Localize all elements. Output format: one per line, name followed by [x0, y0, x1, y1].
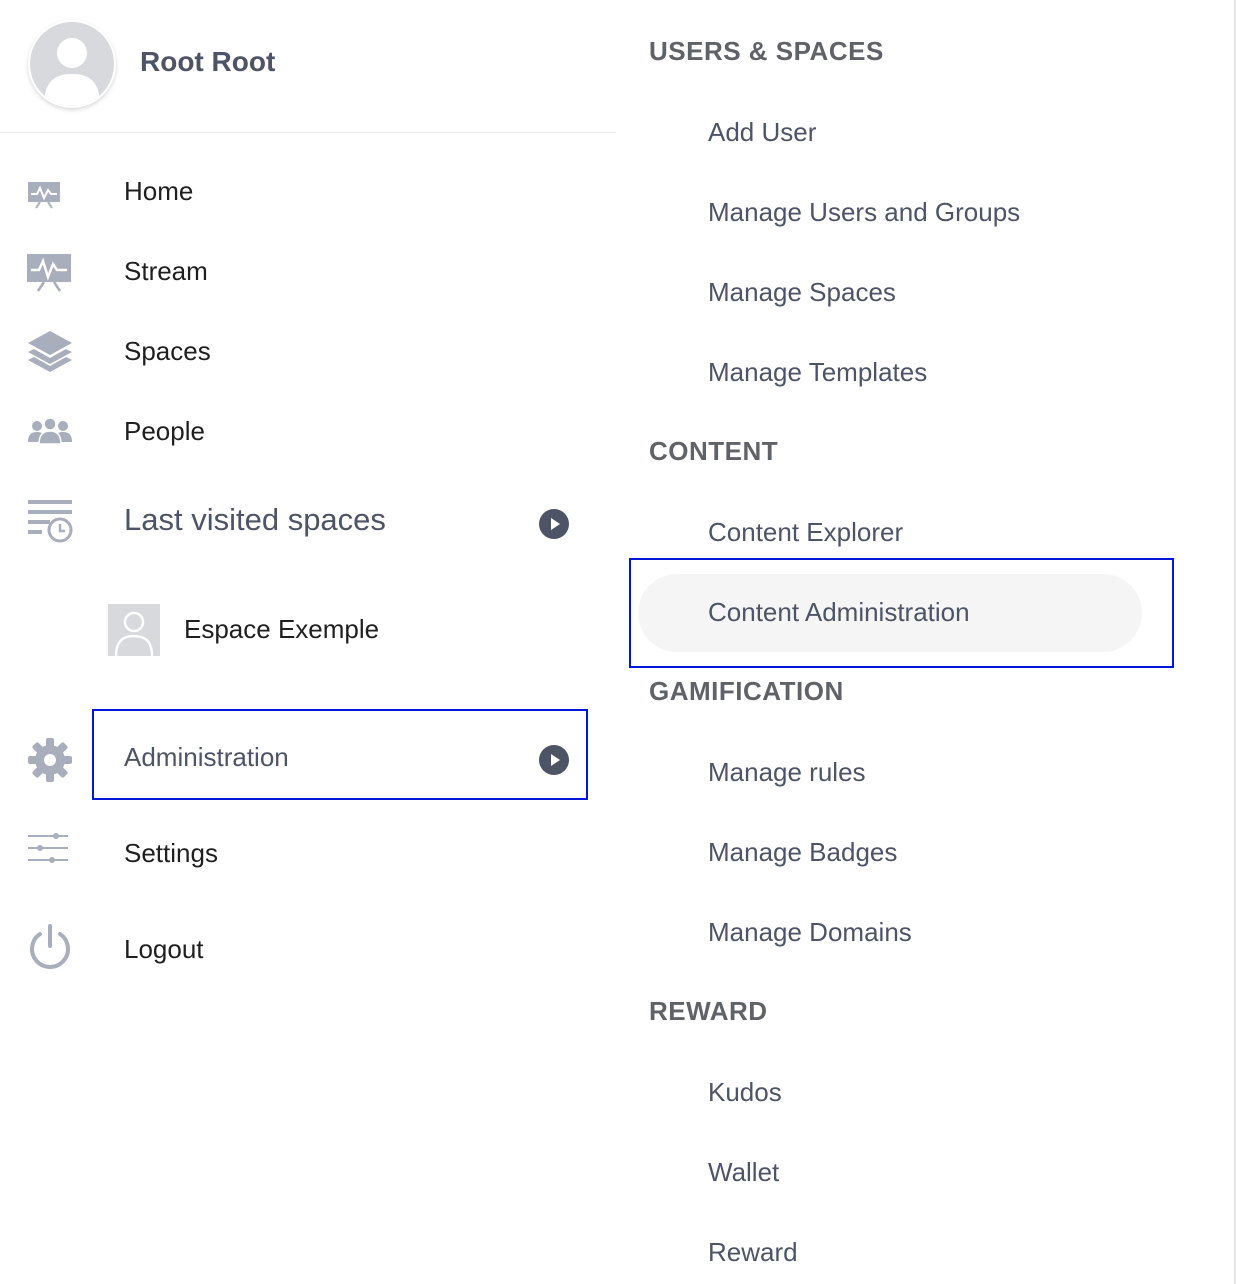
power-icon — [30, 924, 70, 969]
section-title-content: CONTENT — [649, 436, 779, 466]
layers-icon — [28, 331, 72, 372]
menu-link-manage-templates[interactable]: Manage Templates — [708, 357, 927, 388]
section-title-users-spaces: USERS & SPACES — [649, 36, 884, 66]
nav-item-stream[interactable]: Stream — [0, 242, 616, 302]
monitor-pulse-icon — [27, 254, 71, 292]
menu-link-manage-users-groups[interactable]: Manage Users and Groups — [708, 197, 1020, 228]
space-group-icon — [114, 611, 154, 657]
nav-label-home: Home — [124, 176, 194, 206]
space-item-label: Espace Exemple — [184, 614, 380, 644]
left-nav-panel: Root Root Home Stream Spaces People Last… — [0, 0, 616, 1284]
default-user-icon — [44, 38, 100, 106]
menu-link-content-explorer[interactable]: Content Explorer — [708, 517, 903, 548]
nav-item-settings[interactable]: Settings — [0, 824, 616, 884]
highlight-box-content-administration — [629, 558, 1174, 668]
section-title-reward: REWARD — [649, 996, 768, 1026]
nav-item-spaces[interactable]: Spaces — [0, 322, 616, 382]
user-name[interactable]: Root Root — [140, 46, 275, 78]
nav-item-logout[interactable]: Logout — [0, 920, 616, 980]
menu-link-wallet[interactable]: Wallet — [708, 1157, 779, 1188]
nav-label-logout: Logout — [124, 934, 204, 964]
menu-link-manage-spaces[interactable]: Manage Spaces — [708, 277, 896, 308]
nav-label-settings: Settings — [124, 838, 218, 868]
menu-link-manage-badges[interactable]: Manage Badges — [708, 837, 897, 868]
menu-link-add-user[interactable]: Add User — [708, 117, 816, 148]
section-title-gamification: GAMIFICATION — [649, 676, 844, 706]
nav-label-stream: Stream — [124, 256, 208, 286]
nav-label-last-visited-spaces: Last visited spaces — [124, 502, 386, 537]
expand-arrow-icon[interactable] — [539, 509, 569, 539]
nav-item-home[interactable]: Home — [0, 162, 616, 222]
menu-link-kudos[interactable]: Kudos — [708, 1077, 782, 1108]
nav-item-people[interactable]: People — [0, 402, 616, 462]
space-avatar — [108, 604, 160, 657]
sliders-icon — [28, 833, 68, 863]
nav-item-last-visited-spaces[interactable]: Last visited spaces — [0, 492, 616, 552]
space-item-espace-exemple[interactable]: Espace Exemple — [0, 600, 616, 660]
avatar[interactable] — [28, 20, 116, 108]
user-profile-header[interactable]: Root Root — [0, 0, 616, 133]
monitor-pulse-icon — [28, 182, 60, 209]
menu-link-manage-rules[interactable]: Manage rules — [708, 757, 866, 788]
menu-link-reward[interactable]: Reward — [708, 1237, 798, 1268]
highlight-box-administration — [92, 709, 588, 800]
menu-link-manage-domains[interactable]: Manage Domains — [708, 917, 912, 948]
nav-label-spaces: Spaces — [124, 336, 211, 366]
people-icon — [28, 417, 72, 445]
gear-icon — [28, 738, 72, 782]
history-list-icon — [28, 500, 73, 543]
nav-label-people: People — [124, 416, 205, 446]
